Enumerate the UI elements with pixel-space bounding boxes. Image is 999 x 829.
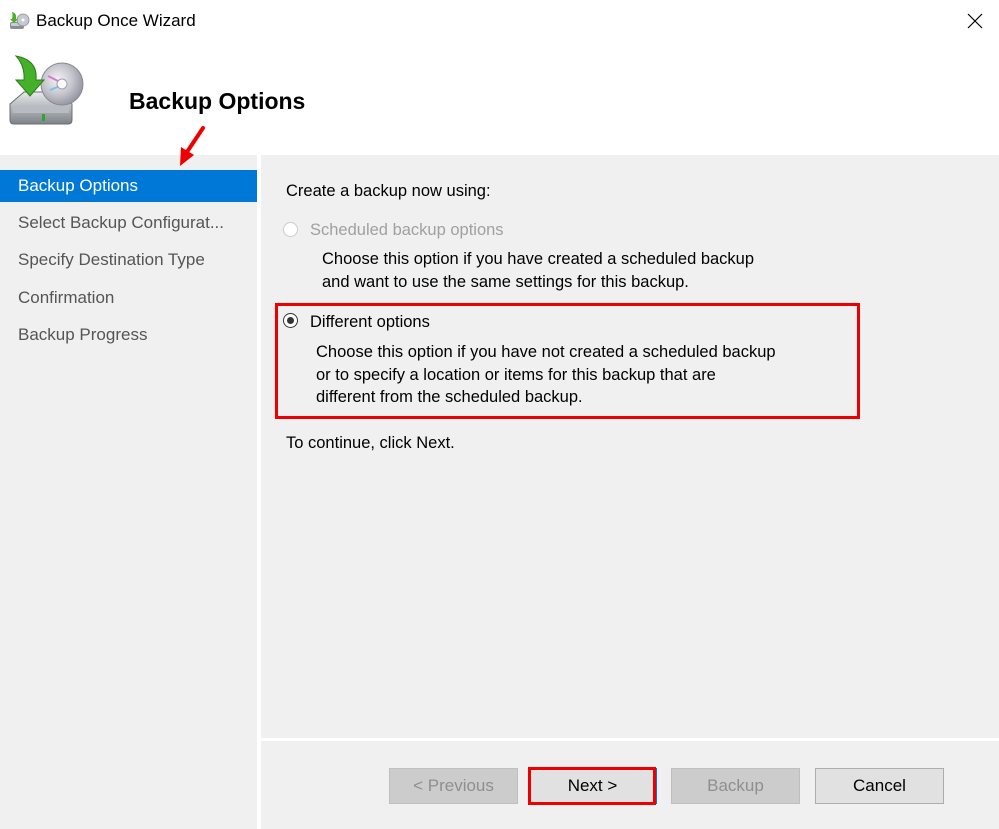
prompt-label: Create a backup now using: (286, 182, 491, 200)
scheduled-backup-options-description: Choose this option if you have created a… (322, 248, 754, 293)
close-icon (967, 13, 983, 29)
sidebar-item-specify-destination-type[interactable]: Specify Destination Type (0, 244, 257, 276)
backup-drive-icon (10, 12, 30, 29)
sidebar-item-backup-options[interactable]: Backup Options (0, 170, 257, 202)
scheduled-backup-options-label: Scheduled backup options (310, 221, 504, 239)
wizard-steps-sidebar: Backup Options Select Backup Configurat.… (0, 155, 257, 829)
page-title: Backup Options (129, 88, 306, 114)
description-line: or to specify a location or items for th… (316, 365, 716, 384)
sidebar-item-select-backup-configuration[interactable]: Select Backup Configurat... (0, 207, 257, 239)
cancel-button[interactable]: Cancel (815, 768, 944, 804)
description-line: and want to use the same settings for th… (322, 272, 689, 291)
continue-instruction: To continue, click Next. (286, 434, 455, 452)
description-line: Choose this option if you have not creat… (316, 343, 776, 361)
backup-drive-disc-icon (9, 55, 84, 125)
window-title: Backup Once Wizard (36, 11, 196, 30)
next-button[interactable]: Next > (528, 768, 657, 804)
description-line: different from the scheduled backup. (316, 388, 583, 406)
different-options-radio[interactable] (283, 313, 298, 328)
close-button[interactable] (958, 6, 992, 36)
sidebar-item-backup-progress[interactable]: Backup Progress (0, 319, 257, 351)
previous-button[interactable]: < Previous (389, 768, 518, 804)
backup-button[interactable]: Backup (671, 768, 800, 804)
title-bar: Backup Once Wizard (0, 0, 999, 42)
sidebar-item-confirmation[interactable]: Confirmation (0, 282, 257, 314)
different-options-description: Choose this option if you have not creat… (316, 341, 776, 409)
wizard-header: Backup Options (0, 42, 999, 154)
description-line: Choose this option if you have created a… (322, 250, 755, 268)
scheduled-backup-options-radio[interactable] (283, 222, 298, 237)
different-options-label: Different options (310, 313, 430, 331)
annotation-arrow-icon (180, 126, 205, 166)
